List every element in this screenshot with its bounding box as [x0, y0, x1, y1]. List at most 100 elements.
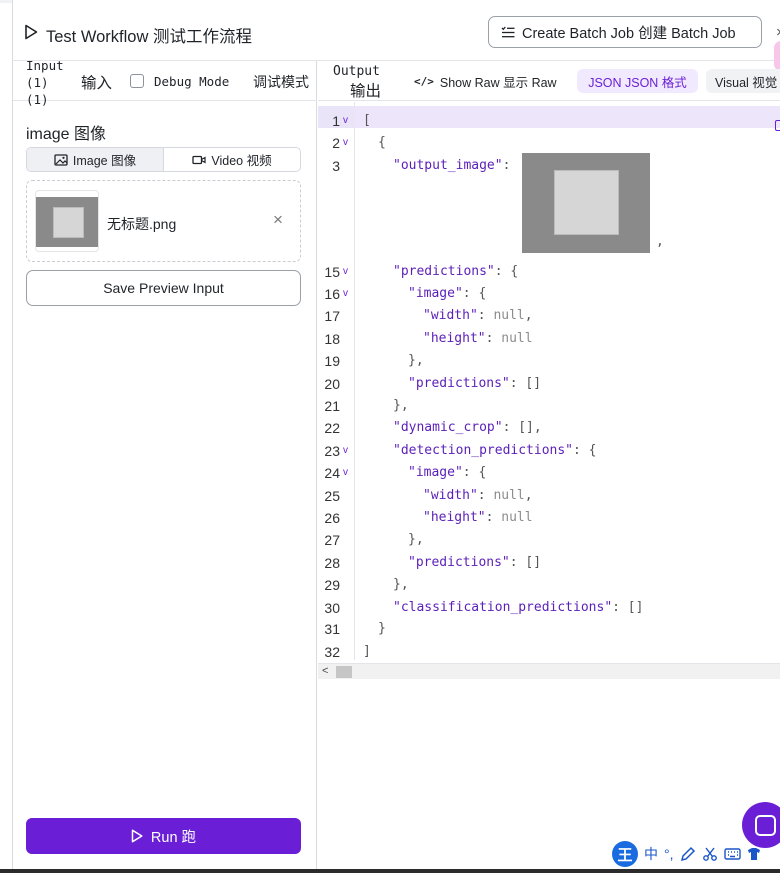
video-source-label: Video 视频 — [211, 154, 272, 168]
active-line-highlight — [355, 106, 780, 128]
fold-chevron-icon[interactable]: v — [343, 467, 348, 478]
image-source-label: Image 图像 — [72, 154, 137, 168]
line-number: 32 — [324, 644, 340, 660]
input-panel: Input (1) (1) 输入 Debug Mode 调试模式 image 图… — [13, 58, 317, 873]
code-line: "classification_predictions": [] — [393, 600, 644, 615]
scissors-icon[interactable] — [702, 846, 718, 862]
ime-toolbar[interactable]: 王 中 °, — [612, 840, 780, 868]
image-icon — [54, 153, 68, 166]
output-tab-zh[interactable]: 输出 — [350, 79, 381, 101]
code-line: ] — [363, 644, 371, 659]
list-check-icon — [501, 26, 515, 37]
code-line: "height": null — [423, 510, 533, 525]
output-image-comma: , — [656, 234, 664, 249]
run-button[interactable]: Run 跑 — [26, 818, 301, 854]
scrollbar-thumb[interactable] — [336, 666, 352, 678]
keyboard-icon[interactable] — [723, 847, 741, 861]
save-preview-input-button[interactable]: Save Preview Input — [26, 270, 301, 306]
shirt-icon[interactable] — [747, 847, 761, 861]
ime-logo[interactable]: 王 — [612, 841, 638, 867]
fold-chevron-icon[interactable]: v — [343, 137, 348, 148]
show-raw-label: Show Raw 显示 Raw — [439, 76, 557, 90]
debug-mode-checkbox[interactable] — [130, 74, 144, 88]
output-image-preview — [522, 153, 650, 253]
code-line: "image": { — [408, 465, 487, 480]
visual-view-tab[interactable]: Visual 视觉 — [706, 69, 780, 93]
image-source-tab[interactable]: Image 图像 — [27, 148, 164, 171]
code-line: }, — [408, 353, 424, 368]
close-icon[interactable]: × — [776, 24, 780, 41]
taskbar-edge — [0, 869, 780, 873]
line-number: 18 — [324, 331, 340, 347]
output-panel: Output 输出 </> Show Raw 显示 Raw JSON JSON … — [318, 61, 780, 873]
horizontal-scrollbar[interactable]: < — [318, 663, 780, 679]
copy-icon[interactable] — [775, 120, 780, 131]
line-number: 15 — [324, 264, 340, 280]
code-line: "width": null, — [423, 488, 533, 503]
code-icon: </> — [414, 75, 434, 88]
code-line: "height": null — [423, 331, 533, 346]
code-line: }, — [393, 577, 409, 592]
code-line: } — [378, 621, 386, 636]
image-dropzone[interactable]: 无标题.png × — [26, 180, 301, 262]
fold-chevron-icon[interactable]: v — [343, 115, 348, 126]
output-panel-toolbar: Output 输出 </> Show Raw 显示 Raw JSON JSON … — [318, 61, 780, 101]
line-number: 19 — [324, 353, 340, 369]
code-line: "detection_predictions": { — [393, 443, 597, 458]
video-source-tab[interactable]: Video 视频 — [164, 148, 300, 171]
line-number: 30 — [324, 600, 340, 616]
scroll-left-icon[interactable]: < — [322, 665, 328, 677]
source-type-toggle: Image 图像 Video 视频 — [26, 147, 301, 172]
fold-chevron-icon[interactable]: v — [343, 288, 348, 299]
line-number: 31 — [324, 621, 340, 637]
line-number: 28 — [324, 555, 340, 571]
code-line: "predictions": [] — [408, 555, 542, 570]
create-batch-job-label: Create Batch Job 创建 Batch Job — [522, 25, 736, 42]
play-icon — [131, 829, 143, 843]
code-line: "predictions": [] — [408, 376, 542, 391]
thumbnail-square — [53, 207, 84, 238]
line-number: 26 — [324, 510, 340, 526]
line-number: 16 — [324, 286, 340, 302]
debug-mode-label-zh: 调试模式 — [253, 74, 309, 90]
code-line: "width": null, — [423, 308, 533, 323]
code-line: "dynamic_crop": [], — [393, 420, 542, 435]
pen-icon[interactable] — [680, 846, 696, 862]
json-editor[interactable]: 1 v[2 v{3 "output_image": 15 v "predictions":… — [318, 102, 780, 662]
ime-punctuation-toggle[interactable]: °, — [664, 846, 674, 862]
ime-language-toggle[interactable]: 中 — [644, 844, 658, 864]
line-number: 1 — [332, 113, 340, 129]
line-number: 24 — [324, 465, 340, 481]
create-batch-job-button[interactable]: Create Batch Job 创建 Batch Job — [488, 16, 762, 48]
input-tab-zh[interactable]: 输入 — [81, 71, 112, 93]
show-raw-button[interactable]: </> Show Raw 显示 Raw — [414, 72, 557, 91]
file-thumbnail — [35, 190, 99, 252]
line-number: 23 — [324, 443, 340, 459]
image-field-label: image 图像 — [26, 126, 107, 143]
code-line: }, — [408, 532, 424, 547]
video-icon — [192, 155, 206, 164]
line-number: 17 — [324, 308, 340, 324]
output-tab[interactable]: Output — [333, 64, 389, 80]
remove-file-icon[interactable]: × — [273, 211, 283, 228]
line-number: 20 — [324, 376, 340, 392]
input-tab[interactable]: Input (1) (1) — [26, 57, 70, 108]
line-number: 27 — [324, 532, 340, 548]
code-line: { — [378, 135, 386, 150]
code-line: }, — [393, 398, 409, 413]
thumbnail-image — [36, 197, 98, 247]
fold-chevron-icon[interactable]: v — [343, 445, 348, 456]
code-line: "output_image": — [393, 158, 519, 173]
play-icon[interactable] — [24, 24, 38, 40]
line-number: 22 — [324, 420, 340, 436]
code-line: "image": { — [408, 286, 487, 301]
code-line: [ — [363, 113, 371, 128]
run-label: Run 跑 — [150, 829, 197, 846]
fold-chevron-icon[interactable]: v — [343, 266, 348, 277]
page-title: Test Workflow 测试工作流程 — [46, 28, 252, 46]
line-number: 29 — [324, 577, 340, 593]
header: Test Workflow 测试工作流程 Create Batch Job 创建… — [12, 4, 780, 61]
output-image-square — [554, 170, 619, 235]
line-number: 3 — [332, 158, 340, 174]
json-view-tab[interactable]: JSON JSON 格式 — [577, 69, 698, 93]
